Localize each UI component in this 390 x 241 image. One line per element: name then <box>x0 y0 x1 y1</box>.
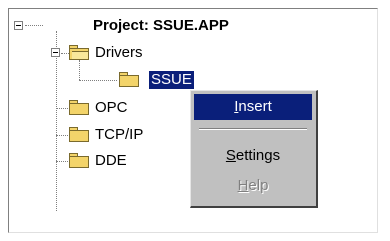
menu-item-help-accel: H <box>237 177 249 194</box>
tree-connector <box>56 161 70 162</box>
folder-icon <box>69 100 89 115</box>
menu-item-settings-rest: ettings <box>235 147 281 164</box>
tree-item-opc[interactable]: OPC <box>95 99 128 117</box>
menu-item-help-rest: elp <box>248 177 269 194</box>
menu-item-insert-rest: nsert <box>238 98 272 115</box>
folder-icon <box>69 127 89 142</box>
menu-separator <box>199 128 307 130</box>
tree-connector <box>79 80 117 81</box>
project-collapse-icon[interactable] <box>14 21 23 30</box>
menu-item-help: Help <box>194 173 312 199</box>
tree-connector <box>79 60 80 80</box>
tree-item-ssue-selected[interactable]: SSUE <box>148 70 195 90</box>
menu-item-settings-accel: S <box>225 147 236 164</box>
tree-connector <box>25 25 43 26</box>
menu-item-settings[interactable]: Settings <box>194 143 312 169</box>
folder-icon <box>69 153 89 168</box>
tree-item-dde[interactable]: DDE <box>95 152 127 170</box>
project-label[interactable]: Project: SSUE.APP <box>93 17 229 35</box>
tree-item-drivers[interactable]: Drivers <box>95 44 143 62</box>
context-menu: Insert Settings Help <box>190 90 318 208</box>
tree-connector <box>56 31 57 211</box>
folder-icon <box>119 72 139 87</box>
folder-open-icon <box>69 45 89 60</box>
menu-item-insert[interactable]: Insert <box>194 94 312 120</box>
tree-item-tcpip[interactable]: TCP/IP <box>95 126 143 144</box>
tree-connector <box>56 108 70 109</box>
drivers-collapse-icon[interactable] <box>51 48 60 57</box>
tree-connector <box>56 135 70 136</box>
